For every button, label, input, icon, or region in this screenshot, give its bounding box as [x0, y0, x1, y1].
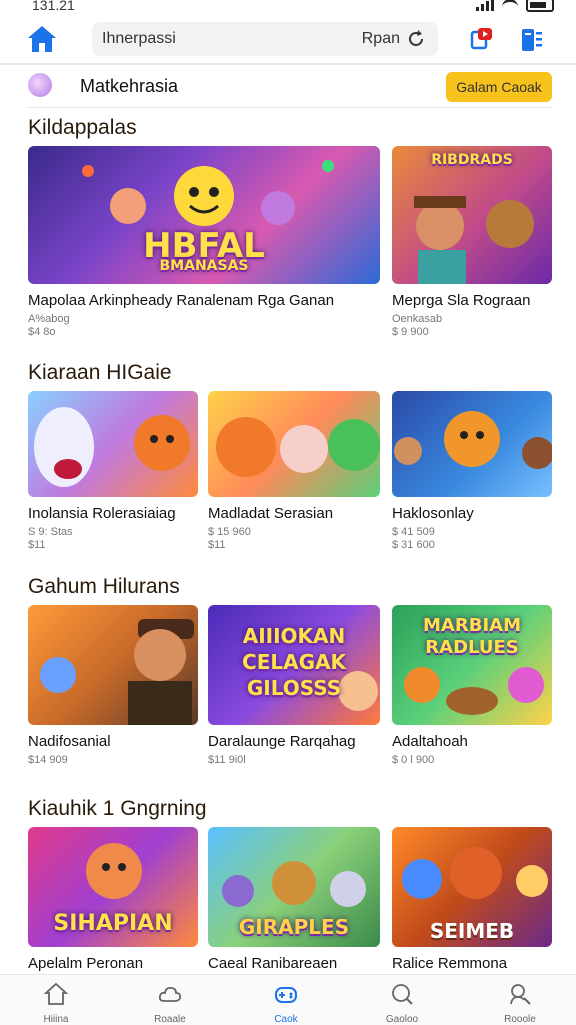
game-price: $11	[208, 539, 226, 551]
nav-label: Hiiina	[43, 1014, 69, 1025]
section-title: Kildappalas	[28, 116, 137, 139]
game-thumbnail[interactable]: GIRAPLES	[208, 827, 380, 947]
game-subtitle: $11 9i0l	[208, 754, 246, 766]
game-thumbnail[interactable]	[392, 391, 552, 497]
character-art	[34, 407, 190, 487]
game-card[interactable]: Inolansia Rolerasiaiag S 9: Stas $11	[28, 391, 198, 551]
game-thumbnail[interactable]	[28, 605, 198, 725]
section-title: Gahum Hilurans	[28, 575, 180, 598]
nav-item-home[interactable]: Hiiina	[16, 981, 96, 1025]
battery-icon	[526, 0, 554, 12]
game-logo: SIHAPIAN	[53, 911, 173, 936]
nav-label: Caok	[274, 1014, 298, 1025]
game-subtitle: Oenkasab	[392, 313, 443, 325]
refresh-icon[interactable]	[406, 29, 426, 49]
game-subtitle: $ 41 509	[392, 526, 435, 538]
game-title: Meprga Sla Rograan	[392, 292, 531, 309]
status-time: 131.21	[32, 0, 75, 13]
header-divider	[0, 63, 576, 65]
username: Matkehrasia	[80, 76, 179, 96]
game-title: Madladat Serasian	[208, 505, 334, 522]
section-title: Kiaraan HIGaie	[28, 361, 172, 384]
home-icon[interactable]	[26, 24, 58, 54]
section-title: Kiauhik 1 Gngrning	[28, 797, 207, 820]
nav-label: Roaale	[154, 1014, 186, 1025]
cta-button[interactable]: Galam Caoak	[446, 72, 552, 102]
game-subtitle: S 9: Stas	[28, 526, 73, 538]
wifi-icon	[502, 0, 518, 12]
character-art	[216, 417, 380, 477]
avatar[interactable]	[28, 73, 52, 97]
game-card[interactable]: AIIIOKAN CELAGAK GILOSSS Daralaunge Rarq…	[208, 605, 380, 766]
status-icons	[476, 0, 554, 12]
bottom-nav: Hiiina Roaale Caok Gaoloo Rooole	[0, 974, 576, 1025]
search-icon	[392, 984, 413, 1005]
nav-item-profile[interactable]: Rooole	[480, 981, 560, 1025]
game-logo: RIBDRADS	[431, 152, 513, 168]
game-card[interactable]: MARBIAM RADLUES Adaltahoah $ 0 l 900	[392, 605, 552, 766]
library-icon[interactable]	[518, 26, 546, 54]
game-price: $ 31 600	[392, 539, 435, 551]
game-title: Mapolaa Arkinpheady Ranalenam Rga Ganan	[28, 292, 335, 309]
game-thumbnail[interactable]: AIIIOKAN CELAGAK GILOSSS	[208, 605, 380, 725]
game-price: $ 9 900	[392, 326, 429, 338]
cloud-icon	[158, 986, 182, 1002]
game-card[interactable]: Nadifosanial $14 909	[28, 605, 198, 766]
top-bar: Ihnerpassi Rpan	[0, 16, 576, 62]
game-thumbnail[interactable]: RIBDRADS	[392, 146, 552, 284]
nav-label: Rooole	[504, 1014, 536, 1025]
game-title: Daralaunge Rarqahag	[208, 733, 356, 750]
game-title: Inolansia Rolerasiaiag	[28, 505, 176, 522]
game-title: Adaltahoah	[392, 733, 468, 750]
character-art	[40, 619, 194, 725]
game-logo: GIRAPLES	[238, 915, 350, 939]
game-card[interactable]: RIBDRADS Meprga Sla Rograan Oenkasab $ 9…	[392, 146, 552, 338]
game-card[interactable]: SIHAPIAN Apelalm Peronan	[28, 827, 198, 972]
game-subtitle: $ 15 960	[208, 526, 251, 538]
game-thumbnail[interactable]	[208, 391, 380, 497]
game-card[interactable]: GIRAPLES Caeal Ranibareaen	[208, 827, 380, 972]
status-bar: 131.21	[0, 0, 576, 14]
user-row: Matkehrasia Galam Caoak	[0, 68, 576, 106]
game-title: Caeal Ranibareaen	[208, 955, 338, 972]
game-price: $4 8o	[28, 326, 56, 338]
nav-item-cloud[interactable]: Roaale	[130, 981, 210, 1025]
nav-label: Gaoloo	[385, 1014, 419, 1025]
game-card[interactable]: Madladat Serasian $ 15 960 $11	[208, 391, 380, 551]
user-divider	[28, 107, 552, 108]
game-card[interactable]: HBFAL BMANASAS Mapolaa Arkinpheady Ranal…	[28, 146, 380, 338]
search-bar[interactable]: Ihnerpassi Rpan	[92, 22, 438, 56]
game-thumbnail[interactable]: HBFAL BMANASAS	[28, 146, 380, 284]
notification-badge-icon[interactable]	[468, 26, 496, 54]
game-logo: AIIIOKAN CELAGAK GILOSSS	[242, 624, 346, 700]
game-thumbnail[interactable]: SEIMEB	[392, 827, 552, 947]
game-card[interactable]: SEIMEB Ralice Remmona	[392, 827, 552, 972]
search-action-label[interactable]: Rpan	[362, 30, 400, 48]
home-outline-icon	[43, 982, 69, 1005]
game-logo: SEIMEB	[429, 919, 515, 943]
game-thumbnail[interactable]	[28, 391, 198, 497]
game-title: Apelalm Peronan	[28, 955, 144, 972]
game-subtitle: $14 909	[28, 754, 68, 766]
game-subtitle: $ 0 l 900	[392, 754, 435, 766]
game-subtitle: A%abog	[28, 313, 70, 325]
game-controller-icon	[275, 987, 297, 1003]
search-input[interactable]: Ihnerpassi	[102, 30, 176, 48]
nav-item-games[interactable]: Caok	[246, 981, 326, 1025]
game-title: Haklosonlay	[392, 505, 474, 522]
character-art	[394, 411, 552, 469]
game-title: Nadifosanial	[28, 733, 111, 750]
game-logo: MARBIAM RADLUES	[423, 615, 521, 658]
game-price: $11	[28, 539, 46, 551]
game-thumbnail[interactable]: SIHAPIAN	[28, 827, 198, 947]
game-card[interactable]: Haklosonlay $ 41 509 $ 31 600	[392, 391, 552, 551]
user-search-icon	[510, 984, 531, 1005]
game-logo-subtitle: BMANASAS	[159, 258, 249, 274]
nav-item-search[interactable]: Gaoloo	[362, 981, 442, 1025]
game-title: Ralice Remmona	[392, 955, 508, 972]
game-thumbnail[interactable]: MARBIAM RADLUES	[392, 605, 552, 725]
signal-icon	[476, 0, 494, 11]
